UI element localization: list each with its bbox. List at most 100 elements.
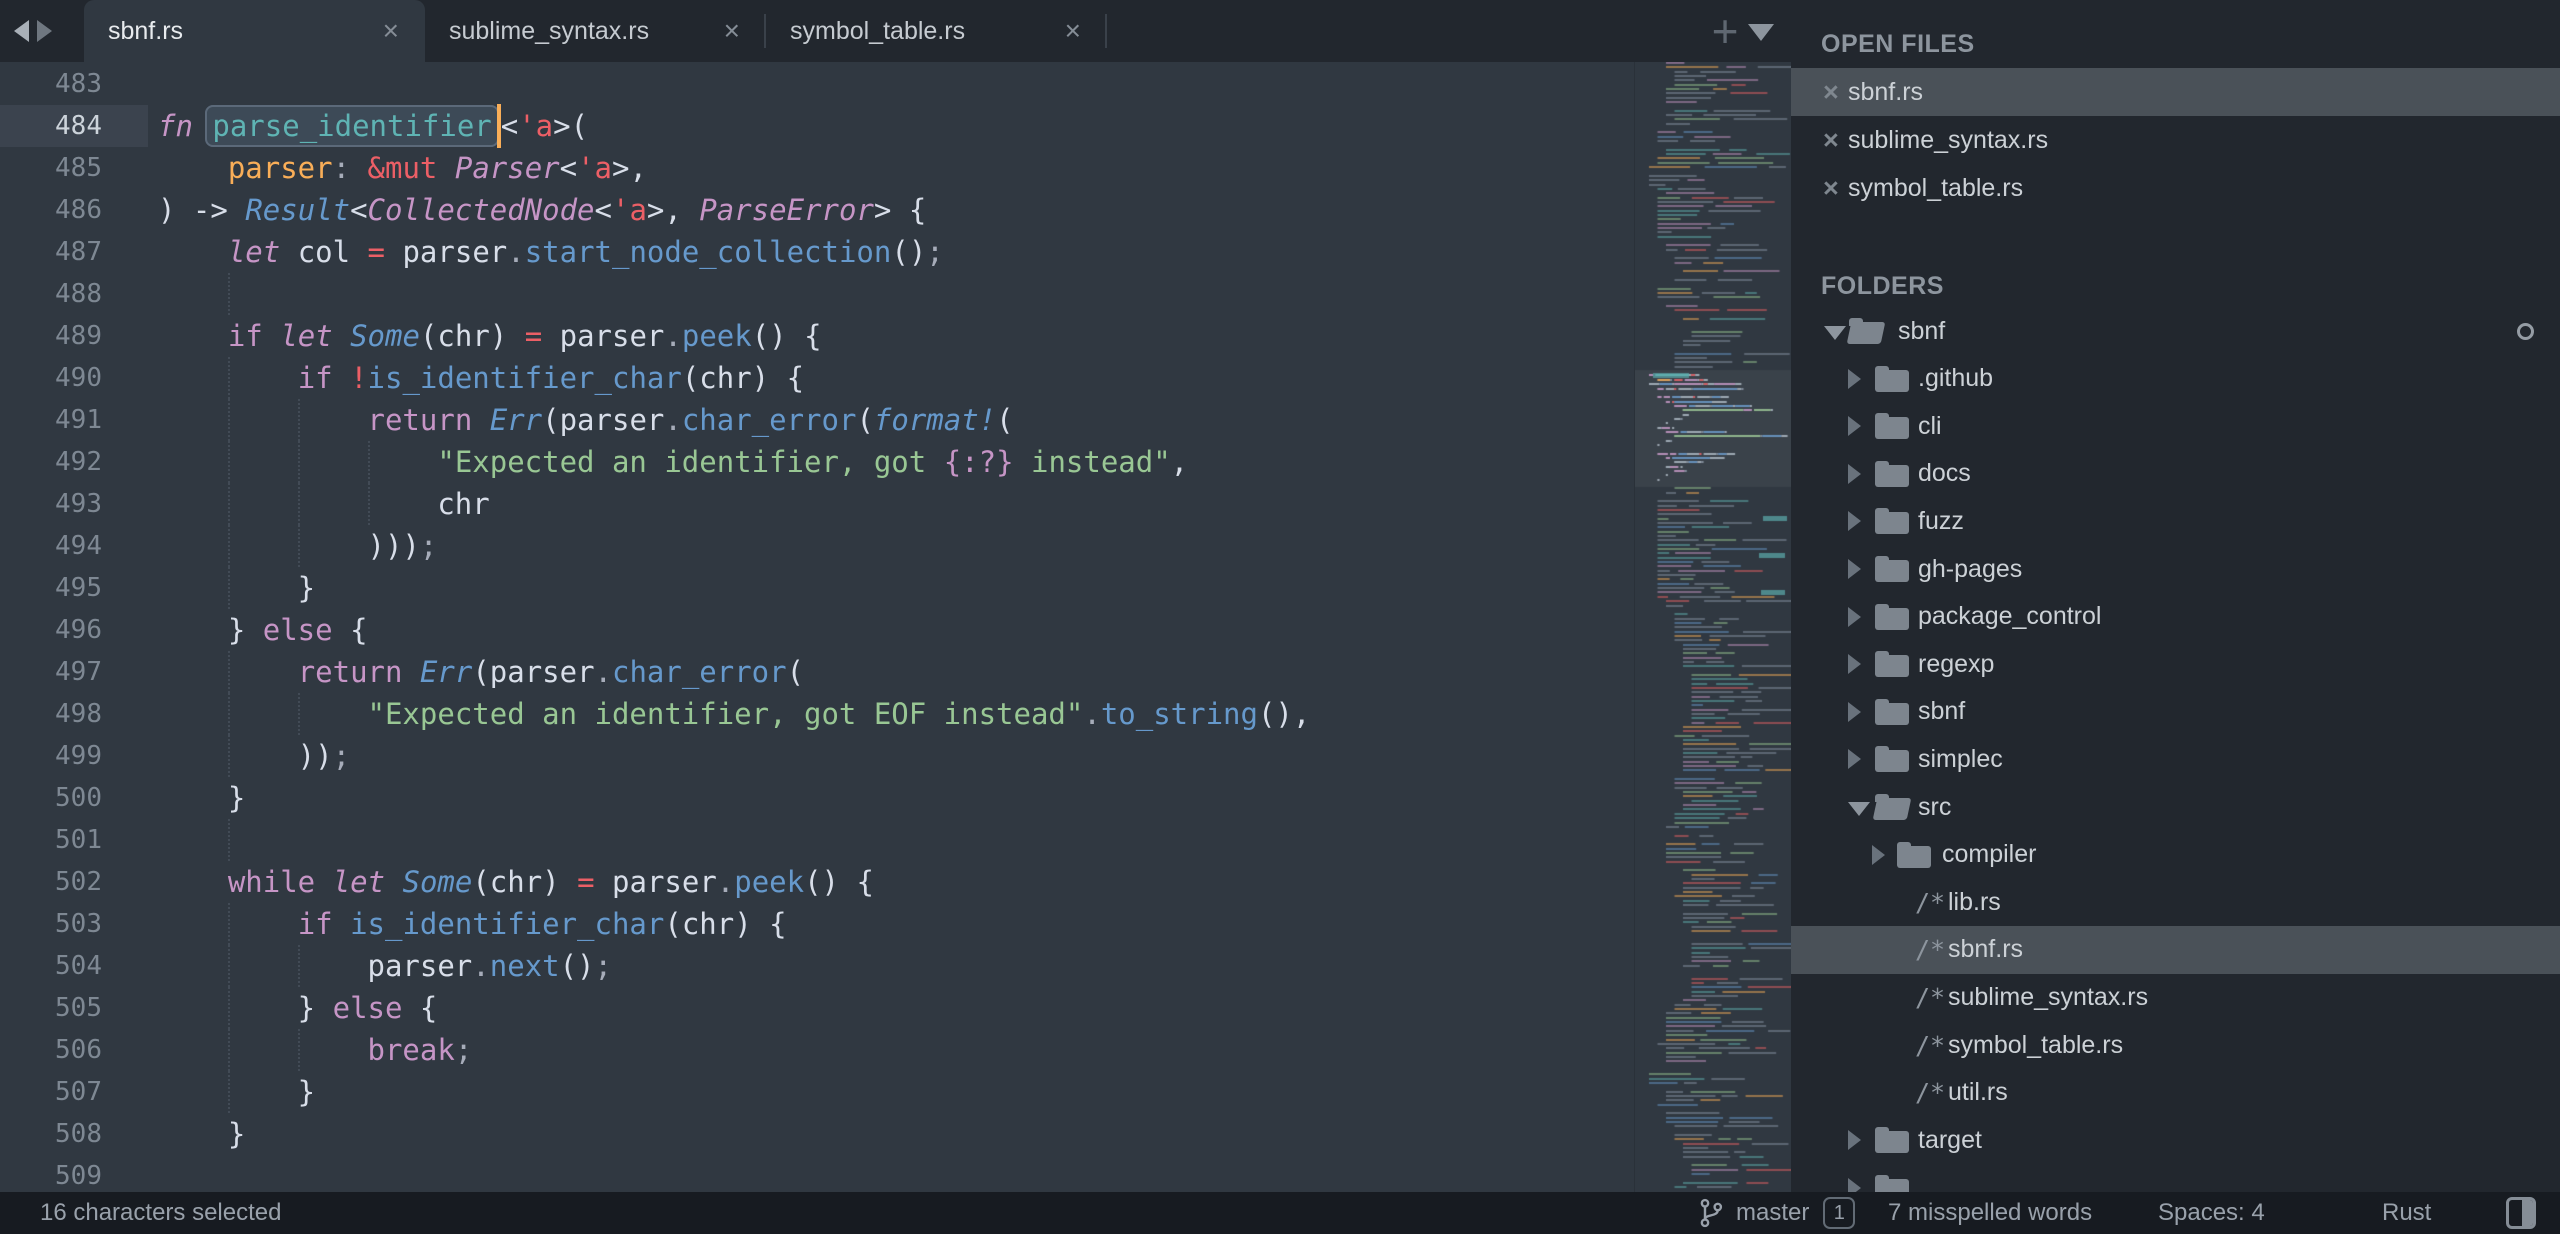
tree-item-label: sbnf: [1918, 697, 1965, 726]
token: ;: [926, 235, 943, 269]
tree-folder-target[interactable]: target: [1791, 1116, 2560, 1164]
token: [158, 697, 368, 731]
tree-folder-.github[interactable]: .github: [1791, 355, 2560, 403]
close-file-icon[interactable]: ×: [1823, 127, 1839, 154]
tree-folder-fuzz[interactable]: fuzz: [1791, 497, 2560, 545]
close-file-icon[interactable]: ×: [1823, 175, 1839, 202]
open-file-sbnf.rs[interactable]: ×sbnf.rs: [1791, 68, 2560, 116]
tree-folder-cli[interactable]: cli: [1791, 402, 2560, 450]
token: [333, 361, 350, 395]
indent-guide: [228, 819, 230, 861]
token: [350, 151, 367, 185]
code-editor[interactable]: 483484fn parse_identifier<'a>(485 parser…: [0, 62, 1634, 1192]
history-forward-icon[interactable]: [37, 20, 52, 42]
tab-symbol_table.rs[interactable]: symbol_table.rs×: [766, 0, 1107, 62]
tab-close-icon[interactable]: ×: [1061, 15, 1085, 47]
token: () {: [804, 865, 874, 899]
token: <: [560, 151, 577, 185]
code-line-503: 503 if is_identifier_char(chr) {: [0, 903, 1634, 945]
tab-nav-arrows: [14, 0, 52, 62]
token: let: [228, 235, 280, 269]
token: }: [158, 991, 333, 1025]
git-branch-item[interactable]: master 1: [1698, 1192, 1855, 1234]
line-number: 494: [0, 525, 102, 567]
code-line-508: 508 }: [0, 1113, 1634, 1155]
token: if: [228, 319, 263, 353]
tree-folder-compiler[interactable]: compiler: [1791, 831, 2560, 879]
new-tab-button[interactable]: +: [1702, 8, 1748, 54]
tree-folder-regexp[interactable]: regexp: [1791, 640, 2560, 688]
token: if: [298, 361, 333, 395]
chevron-right-icon[interactable]: [1848, 464, 1861, 484]
folder-icon: [1875, 651, 1909, 677]
tree-folder-gh-pages[interactable]: gh-pages: [1791, 545, 2560, 593]
tree-file-util.rs[interactable]: /*util.rs: [1791, 1069, 2560, 1117]
chevron-right-icon[interactable]: [1848, 1178, 1861, 1192]
chevron-right-icon[interactable]: [1848, 559, 1861, 579]
tab-sublime_syntax.rs[interactable]: sublime_syntax.rs×: [425, 0, 766, 62]
tree-file-symbol_table.rs[interactable]: /*symbol_table.rs: [1791, 1021, 2560, 1069]
code-line-483: 483: [0, 63, 1634, 105]
token: () {: [752, 319, 822, 353]
chevron-right-icon[interactable]: [1848, 416, 1861, 436]
tab-overflow-icon[interactable]: [1748, 24, 1774, 41]
chevron-right-icon[interactable]: [1848, 654, 1861, 674]
chevron-right-icon[interactable]: [1848, 1130, 1861, 1150]
indent-guide: [228, 273, 230, 315]
token: .: [664, 319, 681, 353]
indentation-status[interactable]: Spaces: 4: [2158, 1192, 2265, 1234]
syntax-status[interactable]: Rust: [2382, 1192, 2431, 1234]
chevron-right-icon[interactable]: [1848, 702, 1861, 722]
panel-toggle-button[interactable]: [2506, 1192, 2536, 1234]
code-line-496: 496 } else {: [0, 609, 1634, 651]
chevron-right-icon[interactable]: [1848, 607, 1861, 627]
close-file-icon[interactable]: ×: [1823, 79, 1839, 106]
token: }: [158, 781, 245, 815]
open-file-symbol_table.rs[interactable]: ×symbol_table.rs: [1791, 164, 2560, 212]
token: ;: [333, 739, 350, 773]
token: Err: [420, 655, 472, 689]
tab-bar: sbnf.rs×sublime_syntax.rs×symbol_table.r…: [0, 0, 1791, 62]
folder-icon: [1875, 1175, 1909, 1192]
token: [437, 151, 454, 185]
line-number: 490: [0, 357, 102, 399]
tree-folder-package_control[interactable]: package_control: [1791, 593, 2560, 641]
chevron-right-icon[interactable]: [1872, 845, 1885, 865]
tab-close-icon[interactable]: ×: [720, 15, 744, 47]
chevron-right-icon[interactable]: [1848, 369, 1861, 389]
tree-folder-src[interactable]: src: [1791, 783, 2560, 831]
code-text: return Err(parser.char_error(format!(: [158, 399, 1014, 441]
token: }: [158, 1075, 315, 1109]
chevron-right-icon[interactable]: [1848, 511, 1861, 531]
line-number: 499: [0, 735, 102, 777]
line-number: 498: [0, 693, 102, 735]
history-back-icon[interactable]: [14, 20, 29, 42]
minimap[interactable]: [1634, 62, 1792, 1192]
token: .: [717, 865, 734, 899]
tree-folder-sbnf[interactable]: sbnf: [1791, 688, 2560, 736]
tree-file-sublime_syntax.rs[interactable]: /*sublime_syntax.rs: [1791, 973, 2560, 1021]
tree-folder-docs[interactable]: docs: [1791, 450, 2560, 498]
tree-file-sbnf.rs[interactable]: /*sbnf.rs: [1791, 926, 2560, 974]
spellcheck-status[interactable]: 7 misspelled words: [1888, 1192, 2092, 1234]
sidebar: OPEN FILES ×sbnf.rs×sublime_syntax.rs×sy…: [1791, 0, 2560, 1192]
tree-file-lib.rs[interactable]: /*lib.rs: [1791, 878, 2560, 926]
token: let: [333, 865, 385, 899]
chevron-right-icon[interactable]: [1848, 749, 1861, 769]
token: [158, 403, 368, 437]
token: fn: [158, 109, 193, 143]
token: .: [472, 949, 489, 983]
open-file-sublime_syntax.rs[interactable]: ×sublime_syntax.rs: [1791, 116, 2560, 164]
tree-item-label: docs: [1918, 459, 1971, 488]
tab-close-icon[interactable]: ×: [379, 15, 403, 47]
chevron-down-icon[interactable]: [1824, 326, 1846, 340]
tab-sbnf.rs[interactable]: sbnf.rs×: [84, 0, 425, 62]
tree-folder-sbnf[interactable]: sbnf: [1791, 307, 2560, 355]
tree-folder-partial[interactable]: [1791, 1164, 2560, 1192]
tree-folder-simplec[interactable]: simplec: [1791, 735, 2560, 783]
token: ) ->: [158, 193, 245, 227]
chevron-down-icon[interactable]: [1848, 802, 1870, 816]
tree-item-label: .github: [1918, 364, 1993, 393]
token: >,: [647, 193, 699, 227]
code-line-488: 488: [0, 273, 1634, 315]
